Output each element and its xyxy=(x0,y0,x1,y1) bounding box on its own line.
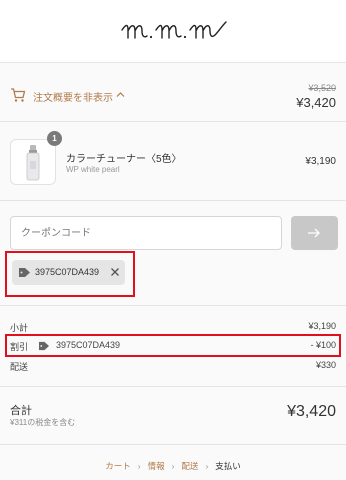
cart-icon xyxy=(11,88,26,102)
breadcrumb-payment: 支払い xyxy=(215,461,241,471)
apply-coupon-button[interactable] xyxy=(291,216,338,250)
header xyxy=(0,0,346,62)
tax-note: ¥311の税金を含む xyxy=(10,418,76,427)
close-icon[interactable] xyxy=(110,267,120,277)
applied-coupon-code: 3975C07DA439 xyxy=(35,267,100,277)
shipping-value: ¥330 xyxy=(315,360,336,370)
summary-toggle[interactable]: 注文概要を非表示 ¥3,520 ¥3,420 xyxy=(10,83,336,113)
product-name: カラーチューナー〈5色〉 xyxy=(66,154,182,165)
order-summary: 注文概要を非表示 ¥3,520 ¥3,420 1 カラーチューナー〈5色〉 WP… xyxy=(0,62,346,480)
discount-value: - ¥100 xyxy=(310,340,336,350)
divider xyxy=(0,444,346,445)
breadcrumb-shipping[interactable]: 配送 xyxy=(181,461,198,471)
checkout-breadcrumb: カート › 情報 › 配送 › 支払い xyxy=(0,460,346,474)
chevron-right-icon: › xyxy=(137,461,141,471)
product-price: ¥3,190 xyxy=(305,156,336,167)
total-label: 合計 xyxy=(10,405,32,417)
shipping-label: 配送 xyxy=(10,362,29,372)
tag-icon xyxy=(39,341,49,351)
summary-toggle-label: 注文概要を非表示 xyxy=(33,93,113,104)
divider xyxy=(0,200,346,201)
total-value: ¥3,420 xyxy=(287,403,336,420)
chevron-up-icon xyxy=(116,92,125,97)
original-total: ¥3,520 xyxy=(308,83,336,93)
chevron-right-icon: › xyxy=(205,461,209,471)
breadcrumb-info[interactable]: 情報 xyxy=(148,461,165,471)
subtotal-value: ¥3,190 xyxy=(308,321,336,331)
divider xyxy=(0,386,346,387)
divider xyxy=(0,305,346,306)
divider xyxy=(0,121,346,122)
discount-label: 割引 xyxy=(10,342,29,352)
breadcrumb-cart[interactable]: カート xyxy=(105,461,131,471)
product-bottle-image xyxy=(26,145,40,181)
product-thumbnail xyxy=(10,139,56,185)
brand-logo[interactable] xyxy=(118,12,230,48)
product-variant: WP white pearl xyxy=(66,165,120,174)
applied-coupon-tag: 3975C07DA439 xyxy=(12,260,125,285)
arrow-right-icon xyxy=(308,228,320,238)
quantity-badge: 1 xyxy=(47,131,62,146)
subtotal-label: 小計 xyxy=(10,323,29,333)
discount-code: 3975C07DA439 xyxy=(56,340,121,350)
tag-icon xyxy=(19,268,30,277)
coupon-code-input[interactable] xyxy=(10,216,282,250)
chevron-right-icon: › xyxy=(171,461,175,471)
current-total: ¥3,420 xyxy=(296,95,336,110)
